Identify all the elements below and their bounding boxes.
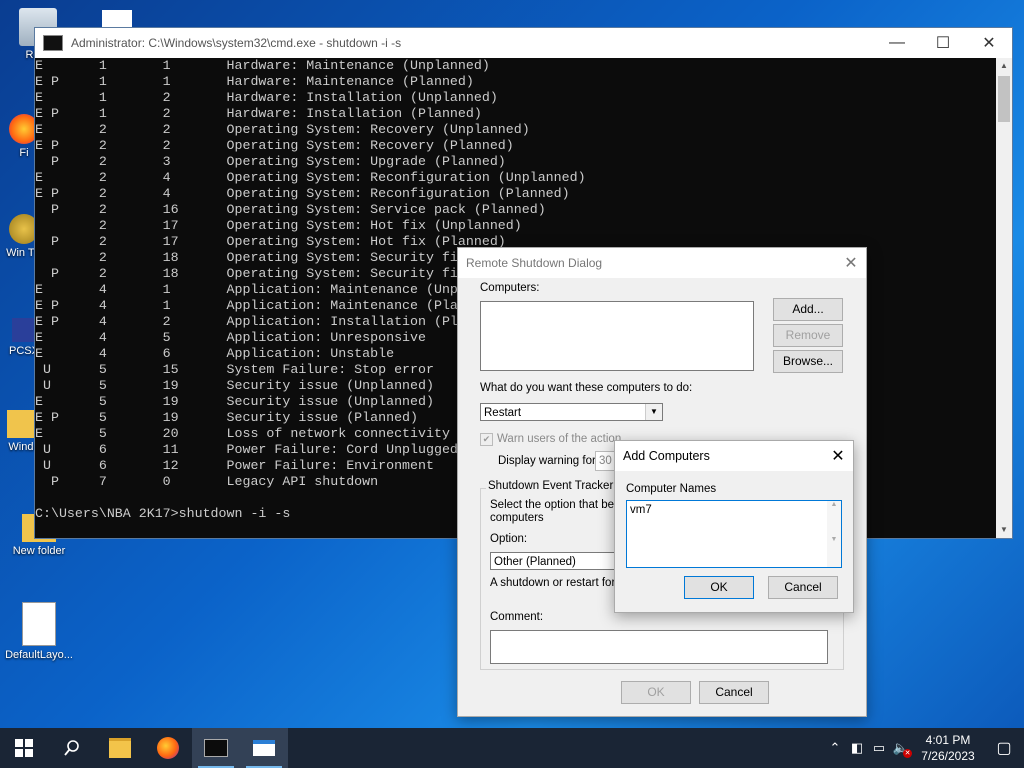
taskbar-firefox[interactable] xyxy=(144,728,192,768)
warn-users-checkbox[interactable]: ✔ xyxy=(480,433,493,446)
volume-muted-icon[interactable]: 🔈 ✕ xyxy=(890,740,912,758)
action-select-value: Restart xyxy=(484,407,522,419)
console-line: E 2 4 Operating System: Reconfiguration … xyxy=(35,170,586,185)
option-select-value: Other (Planned) xyxy=(494,556,576,568)
warn-users-label: Warn users of the action xyxy=(497,433,622,445)
computers-label: Computers: xyxy=(480,282,540,294)
console-line: E P 2 2 Operating System: Recovery (Plan… xyxy=(35,138,514,153)
add-computers-dialog[interactable]: Add Computers ✕ Computer Names vm7 ▲ ▼ OK… xyxy=(614,440,854,613)
computer-names-input[interactable]: vm7 ▲ ▼ xyxy=(626,500,842,568)
ok-button[interactable]: OK xyxy=(621,681,691,704)
computer-names-label: Computer Names xyxy=(626,483,717,495)
search-icon xyxy=(64,740,79,756)
network-icon[interactable]: ▭ xyxy=(868,740,890,756)
console-line: E 2 2 Operating System: Recovery (Unplan… xyxy=(35,122,530,137)
add-dialog-close-button[interactable]: ✕ xyxy=(823,446,853,466)
comment-label: Comment: xyxy=(490,611,544,623)
xml-file-icon xyxy=(22,602,56,646)
system-tray: ⌃ ◧ ▭ 🔈 ✕ 4:01 PM 7/26/2023 ▢ xyxy=(824,732,1024,764)
desktop-icon-label: DefaultLayo... xyxy=(5,649,73,661)
console-line: P 2 16 Operating System: Service pack (P… xyxy=(35,202,546,217)
taskbar-file-explorer[interactable] xyxy=(96,728,144,768)
console-line: E 1 1 Hardware: Maintenance (Unplanned) xyxy=(35,58,490,73)
desktop-file-icon[interactable] xyxy=(102,10,132,28)
display-warning-label: Display warning for xyxy=(498,455,596,467)
tracker-label: Shutdown Event Tracker xyxy=(486,480,616,492)
console-line: E 1 2 Hardware: Installation (Unplanned) xyxy=(35,90,498,105)
cmd-scrollbar[interactable]: ▲ ▼ xyxy=(996,58,1012,538)
desktop-icon-label: New folder xyxy=(12,545,66,557)
textarea-scrollbar[interactable]: ▲ ▼ xyxy=(827,501,841,567)
chevron-up-icon[interactable]: ⌃ xyxy=(824,740,846,756)
pcsx-icon xyxy=(12,318,36,342)
cmd-titlebar[interactable]: Administrator: C:\Windows\system32\cmd.e… xyxy=(35,28,1012,58)
taskbar: ⌃ ◧ ▭ 🔈 ✕ 4:01 PM 7/26/2023 ▢ xyxy=(0,728,1024,768)
firefox-icon xyxy=(157,737,179,759)
window-app-icon xyxy=(253,740,275,756)
comment-textarea[interactable] xyxy=(490,630,828,664)
remove-button[interactable]: Remove xyxy=(773,324,843,347)
start-button[interactable] xyxy=(0,728,48,768)
taskbar-cmd[interactable] xyxy=(192,728,240,768)
computer-names-value: vm7 xyxy=(630,504,652,516)
scroll-down-icon[interactable]: ▼ xyxy=(996,522,1012,538)
option-label: Option: xyxy=(490,533,528,545)
console-line: E P 2 4 Operating System: Reconfiguratio… xyxy=(35,186,570,201)
scroll-up-icon[interactable]: ▲ xyxy=(996,58,1012,74)
scrollbar-thumb[interactable] xyxy=(998,76,1010,122)
chevron-down-icon[interactable]: ▼ xyxy=(645,404,662,420)
minimize-button[interactable]: — xyxy=(874,34,920,52)
add-ok-button[interactable]: OK xyxy=(684,576,754,599)
dialog-title: Remote Shutdown Dialog xyxy=(466,256,603,270)
option-description: A shutdown or restart for an xyxy=(490,577,632,589)
computers-list[interactable] xyxy=(480,301,754,371)
mute-badge: ✕ xyxy=(903,749,912,758)
dialog-titlebar[interactable]: Remote Shutdown Dialog ✕ xyxy=(458,248,866,278)
dialog-close-button[interactable]: ✕ xyxy=(836,253,866,273)
tracker-description: Select the option that best xyxy=(490,499,623,511)
clock[interactable]: 4:01 PM 7/26/2023 xyxy=(912,732,984,764)
clock-date: 7/26/2023 xyxy=(921,749,975,763)
cmd-icon xyxy=(204,739,228,757)
cmd-icon xyxy=(43,35,63,51)
maximize-button[interactable]: ☐ xyxy=(920,33,966,53)
cancel-button[interactable]: Cancel xyxy=(699,681,769,704)
tracker-description-2: computers xyxy=(490,512,544,524)
cmd-title: Administrator: C:\Windows\system32\cmd.e… xyxy=(71,36,402,50)
browse-button[interactable]: Browse... xyxy=(773,350,843,373)
clock-time: 4:01 PM xyxy=(925,733,971,747)
console-line: P 2 3 Operating System: Upgrade (Planned… xyxy=(35,154,506,169)
folder-icon xyxy=(109,738,131,758)
add-dialog-titlebar[interactable]: Add Computers ✕ xyxy=(615,441,853,471)
meet-now-icon[interactable]: ◧ xyxy=(846,740,868,756)
option-select[interactable]: Other (Planned) xyxy=(490,552,620,570)
search-button[interactable] xyxy=(48,728,96,768)
close-button[interactable]: ✕ xyxy=(966,33,1012,53)
console-line: 2 17 Operating System: Hot fix (Unplanne… xyxy=(35,218,522,233)
console-line: E P 1 1 Hardware: Maintenance (Planned) xyxy=(35,74,474,89)
add-dialog-title: Add Computers xyxy=(623,449,710,463)
add-button[interactable]: Add... xyxy=(773,298,843,321)
add-cancel-button[interactable]: Cancel xyxy=(768,576,838,599)
action-label: What do you want these computers to do: xyxy=(480,382,693,394)
desktop-icon-label: Fi xyxy=(19,147,29,159)
desktop-icon-defaultlayout[interactable]: DefaultLayo... xyxy=(1,602,77,661)
notifications-icon[interactable]: ▢ xyxy=(984,738,1024,758)
action-select[interactable]: Restart ▼ xyxy=(480,403,663,421)
windows-logo-icon xyxy=(15,739,33,757)
console-line: E P 1 2 Hardware: Installation (Planned) xyxy=(35,106,482,121)
taskbar-remote-shutdown[interactable] xyxy=(240,728,288,768)
